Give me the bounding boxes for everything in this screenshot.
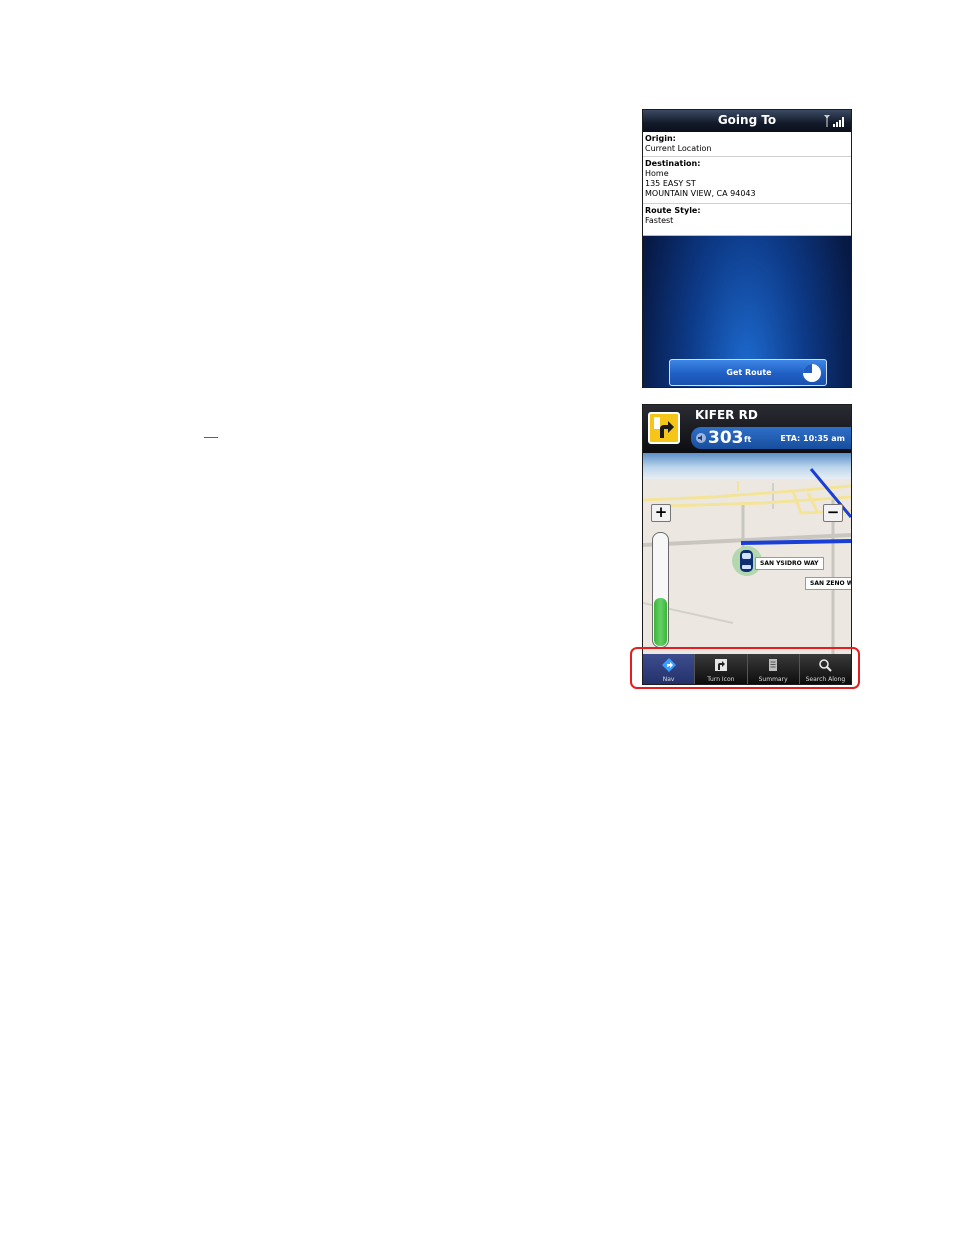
destination-label: Destination:	[645, 159, 701, 168]
map-canvas[interactable]	[643, 453, 851, 654]
origin-label: Origin:	[645, 134, 676, 143]
zoom-slider[interactable]	[652, 532, 669, 648]
speaker-icon[interactable]	[696, 433, 706, 443]
signal-strength-icon	[824, 115, 844, 127]
nav-header: KIFER RD 303 ft ETA: 10:35 am	[643, 405, 851, 453]
loading-spinner-icon	[803, 364, 821, 382]
trip-details-list: Origin: Current Location Destination: Ho…	[643, 132, 851, 236]
going-to-screen: Going To Origin: Current Location Destin…	[642, 109, 852, 388]
destination-name: Home	[645, 169, 669, 178]
current-street: KIFER RD	[695, 408, 758, 422]
origin-value: Current Location	[645, 144, 712, 153]
destination-street: 135 EASY ST	[645, 179, 696, 188]
title-bar: Going To	[643, 110, 851, 133]
eta-text: ETA: 10:35 am	[780, 434, 845, 443]
origin-item[interactable]: Origin: Current Location	[643, 132, 851, 157]
screen-title: Going To	[717, 113, 777, 127]
zoom-out-button[interactable]: −	[823, 504, 843, 522]
route-style-item[interactable]: Route Style: Fastest	[643, 204, 851, 236]
route-style-label: Route Style:	[645, 206, 701, 215]
distance-unit: ft	[744, 435, 752, 444]
zoom-in-button[interactable]: +	[651, 504, 671, 522]
map-view[interactable]: + − SAN YSIDRO WAY SAN ZENO W	[643, 453, 851, 654]
distance-band: 303 ft ETA: 10:35 am	[691, 427, 851, 449]
street-label-san-zeno: SAN ZENO W	[805, 577, 851, 590]
destination-city: MOUNTAIN VIEW, CA 94043	[645, 189, 756, 198]
underline-mark	[204, 437, 218, 438]
tab-bar-highlight	[630, 647, 860, 689]
turn-right-icon	[648, 412, 680, 444]
zoom-level-fill	[654, 598, 667, 646]
distance-value: 303	[708, 428, 744, 448]
street-label-san-ysidro: SAN YSIDRO WAY	[755, 557, 824, 570]
get-route-button[interactable]: Get Route	[669, 359, 827, 386]
route-style-value: Fastest	[645, 216, 674, 225]
destination-item[interactable]: Destination: Home 135 EASY ST MOUNTAIN V…	[643, 157, 851, 204]
navigation-screen: KIFER RD 303 ft ETA: 10:35 am + − SAN YS…	[642, 404, 852, 685]
